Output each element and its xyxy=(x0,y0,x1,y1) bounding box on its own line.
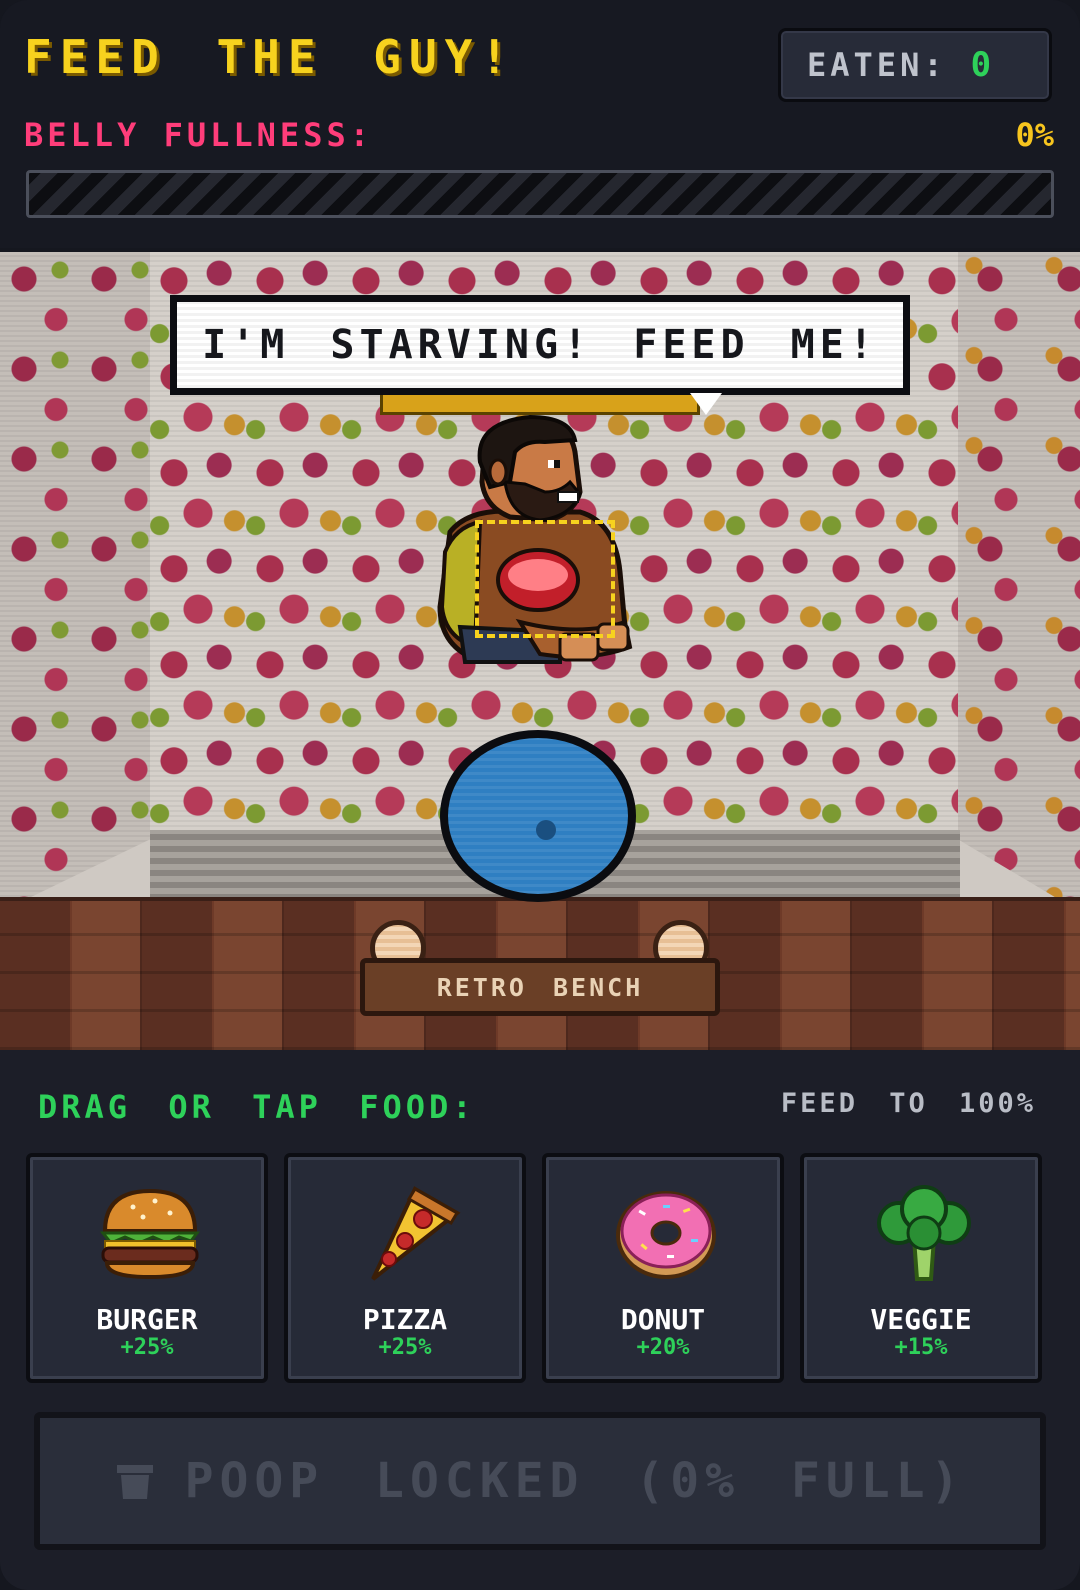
pizza-icon xyxy=(371,1186,461,1281)
poop-button[interactable]: POOP LOCKED (0% FULL) xyxy=(34,1412,1046,1550)
belly-fullness-label: BELLY FULLNESS: xyxy=(24,116,373,154)
food-name: VEGGIE xyxy=(870,1303,972,1336)
food-bonus: +25% xyxy=(378,1335,432,1360)
food-card-pizza[interactable]: PIZZA +25% xyxy=(284,1153,526,1383)
broccoli-icon xyxy=(877,1185,971,1281)
food-card-burger[interactable]: BURGER +25% xyxy=(26,1153,268,1383)
left-wall xyxy=(0,252,150,912)
belly-fullness-percent: 0% xyxy=(1015,116,1054,154)
plate-center-dot xyxy=(536,820,556,840)
food-card-veggie[interactable]: VEGGIE +15% xyxy=(800,1153,1042,1383)
belly-fullness-bar xyxy=(26,170,1054,218)
game-stage: I'M STARVING! FEED ME! RETRO BENCH xyxy=(0,252,1080,1050)
retro-bench: RETRO BENCH xyxy=(360,958,720,1016)
eaten-counter: EATEN: 0 xyxy=(778,28,1052,102)
food-card-donut[interactable]: DONUT +20% xyxy=(542,1153,784,1383)
eaten-value: 0 xyxy=(970,45,992,85)
food-panel: DRAG OR TAP FOOD: FEED TO 100% BURGER +2… xyxy=(0,1050,1080,1590)
food-name: DONUT xyxy=(620,1303,706,1336)
donut-icon xyxy=(616,1191,716,1279)
eaten-label: EATEN: xyxy=(807,46,947,84)
right-wall xyxy=(958,252,1080,912)
food-bonus: +25% xyxy=(120,1335,174,1360)
burger-icon xyxy=(99,1188,200,1280)
food-name: BURGER xyxy=(96,1303,198,1336)
speech-bubble: I'M STARVING! FEED ME! xyxy=(170,295,910,395)
trash-can-icon xyxy=(116,1465,153,1499)
game-header: FEED THE GUY! EATEN: 0 BELLY FULLNESS: 0… xyxy=(0,0,1080,248)
bench-label: RETRO BENCH xyxy=(436,972,644,1002)
speech-text: I'M STARVING! FEED ME! xyxy=(202,322,878,368)
poop-button-label: POOP LOCKED (0% FULL) xyxy=(184,1453,966,1509)
food-name: PIZZA xyxy=(362,1303,448,1336)
speech-bubble-tail xyxy=(690,393,722,415)
drag-food-prompt: DRAG OR TAP FOOD: xyxy=(38,1088,476,1126)
food-bonus: +20% xyxy=(636,1335,690,1360)
blue-plate[interactable] xyxy=(440,730,636,902)
game-title: FEED THE GUY! xyxy=(24,30,517,84)
feed-goal-text: FEED TO 100% xyxy=(780,1088,1036,1119)
game-app: FEED THE GUY! EATEN: 0 BELLY FULLNESS: 0… xyxy=(0,0,1080,1590)
food-bonus: +15% xyxy=(894,1335,948,1360)
stomach-drop-target[interactable] xyxy=(475,520,615,638)
